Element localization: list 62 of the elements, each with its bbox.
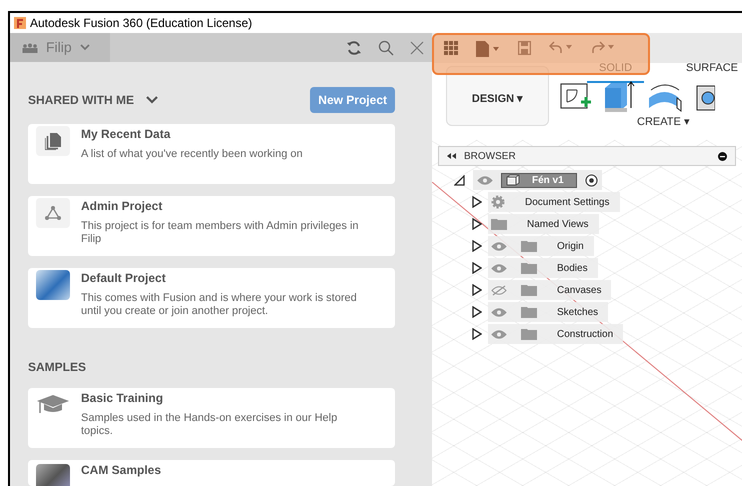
team-icon bbox=[22, 42, 38, 52]
collapsed-triangle-icon[interactable] bbox=[472, 284, 482, 296]
file-menu-icon[interactable] bbox=[476, 41, 500, 57]
minus-icon[interactable] bbox=[718, 152, 727, 160]
graduation-cap-icon bbox=[37, 395, 69, 415]
chevron-down-icon bbox=[146, 96, 158, 104]
refresh-icon[interactable] bbox=[346, 40, 362, 54]
browser-node[interactable]: Construction bbox=[488, 324, 624, 344]
collapsed-triangle-icon[interactable] bbox=[472, 218, 482, 230]
search-icon[interactable] bbox=[378, 40, 394, 56]
project-card[interactable]: Admin Project This project is for team members with Admin privileges in Filip bbox=[28, 196, 395, 256]
documents-icon bbox=[45, 132, 61, 150]
folder-icon bbox=[491, 218, 507, 230]
project-card[interactable]: Default Project This comes with Fusion and is where your work is stored until you create or join another project. bbox=[28, 268, 395, 328]
expanded-triangle-icon[interactable] bbox=[454, 174, 465, 186]
radio-target-icon[interactable] bbox=[584, 174, 598, 186]
ribbon-tab[interactable]: SURFACE bbox=[682, 63, 742, 83]
project-title: CAM Samples bbox=[81, 462, 162, 478]
folder-icon bbox=[521, 328, 537, 340]
folder-icon bbox=[521, 284, 537, 296]
project-thumbnail bbox=[36, 464, 70, 486]
browser-node[interactable]: Canvases bbox=[488, 280, 612, 300]
project-card[interactable]: Basic Training Samples used in the Hands-on exercises in our Help topics. bbox=[28, 388, 395, 448]
collapsed-triangle-icon[interactable] bbox=[472, 196, 482, 208]
gear-icon bbox=[491, 195, 505, 209]
project-description: This project is for team members with Admin privileges in Filip bbox=[81, 220, 360, 246]
close-icon[interactable] bbox=[410, 40, 424, 54]
network-icon bbox=[45, 206, 61, 220]
project-card[interactable]: My Recent Data A list of what you've recently been working on bbox=[28, 124, 395, 184]
folder-icon bbox=[521, 240, 537, 252]
project-description: A list of what you've recently been working on bbox=[81, 148, 303, 161]
window-title: Autodesk Fusion 360 (Education License) bbox=[30, 15, 252, 32]
extrude-icon[interactable] bbox=[603, 80, 636, 112]
browser-node[interactable]: Sketches bbox=[488, 302, 608, 322]
browser-node[interactable]: Named Views bbox=[488, 214, 599, 234]
collapsed-triangle-icon[interactable] bbox=[472, 328, 482, 340]
app-logo-icon bbox=[14, 17, 26, 29]
component-icon bbox=[506, 174, 520, 186]
section-heading: SAMPLES bbox=[28, 359, 88, 376]
revolve-icon[interactable] bbox=[647, 84, 684, 112]
project-description: This comes with Fusion and is where your work is stored until you create or join another project. bbox=[81, 292, 358, 318]
folder-icon bbox=[521, 262, 537, 274]
project-thumbnail bbox=[36, 270, 70, 300]
project-card[interactable]: CAM Samples bbox=[28, 460, 395, 486]
project-description: Samples used in the Hands-on exercises in our Help topics. bbox=[81, 412, 338, 438]
grid-icon[interactable] bbox=[444, 41, 458, 55]
create-dropdown[interactable]: CREATE ▾ bbox=[637, 114, 690, 130]
project-title: Default Project bbox=[81, 270, 167, 286]
browser-node[interactable]: Bodies bbox=[488, 258, 598, 278]
project-title: Admin Project bbox=[81, 198, 164, 214]
chevron-down-icon bbox=[80, 44, 90, 51]
browser-title: BROWSER bbox=[464, 150, 517, 164]
project-title: Basic Training bbox=[81, 390, 164, 406]
collapsed-triangle-icon[interactable] bbox=[472, 306, 482, 318]
collapsed-triangle-icon[interactable] bbox=[472, 262, 482, 274]
collapse-icon[interactable] bbox=[447, 153, 456, 159]
section-toggle[interactable]: SHARED WITH ME bbox=[28, 91, 158, 109]
project-title: My Recent Data bbox=[81, 126, 172, 142]
browser-node[interactable]: Origin bbox=[488, 236, 594, 256]
folder-icon bbox=[521, 306, 537, 318]
browser-node[interactable]: Document Settings bbox=[488, 192, 620, 212]
collapsed-triangle-icon[interactable] bbox=[472, 240, 482, 252]
